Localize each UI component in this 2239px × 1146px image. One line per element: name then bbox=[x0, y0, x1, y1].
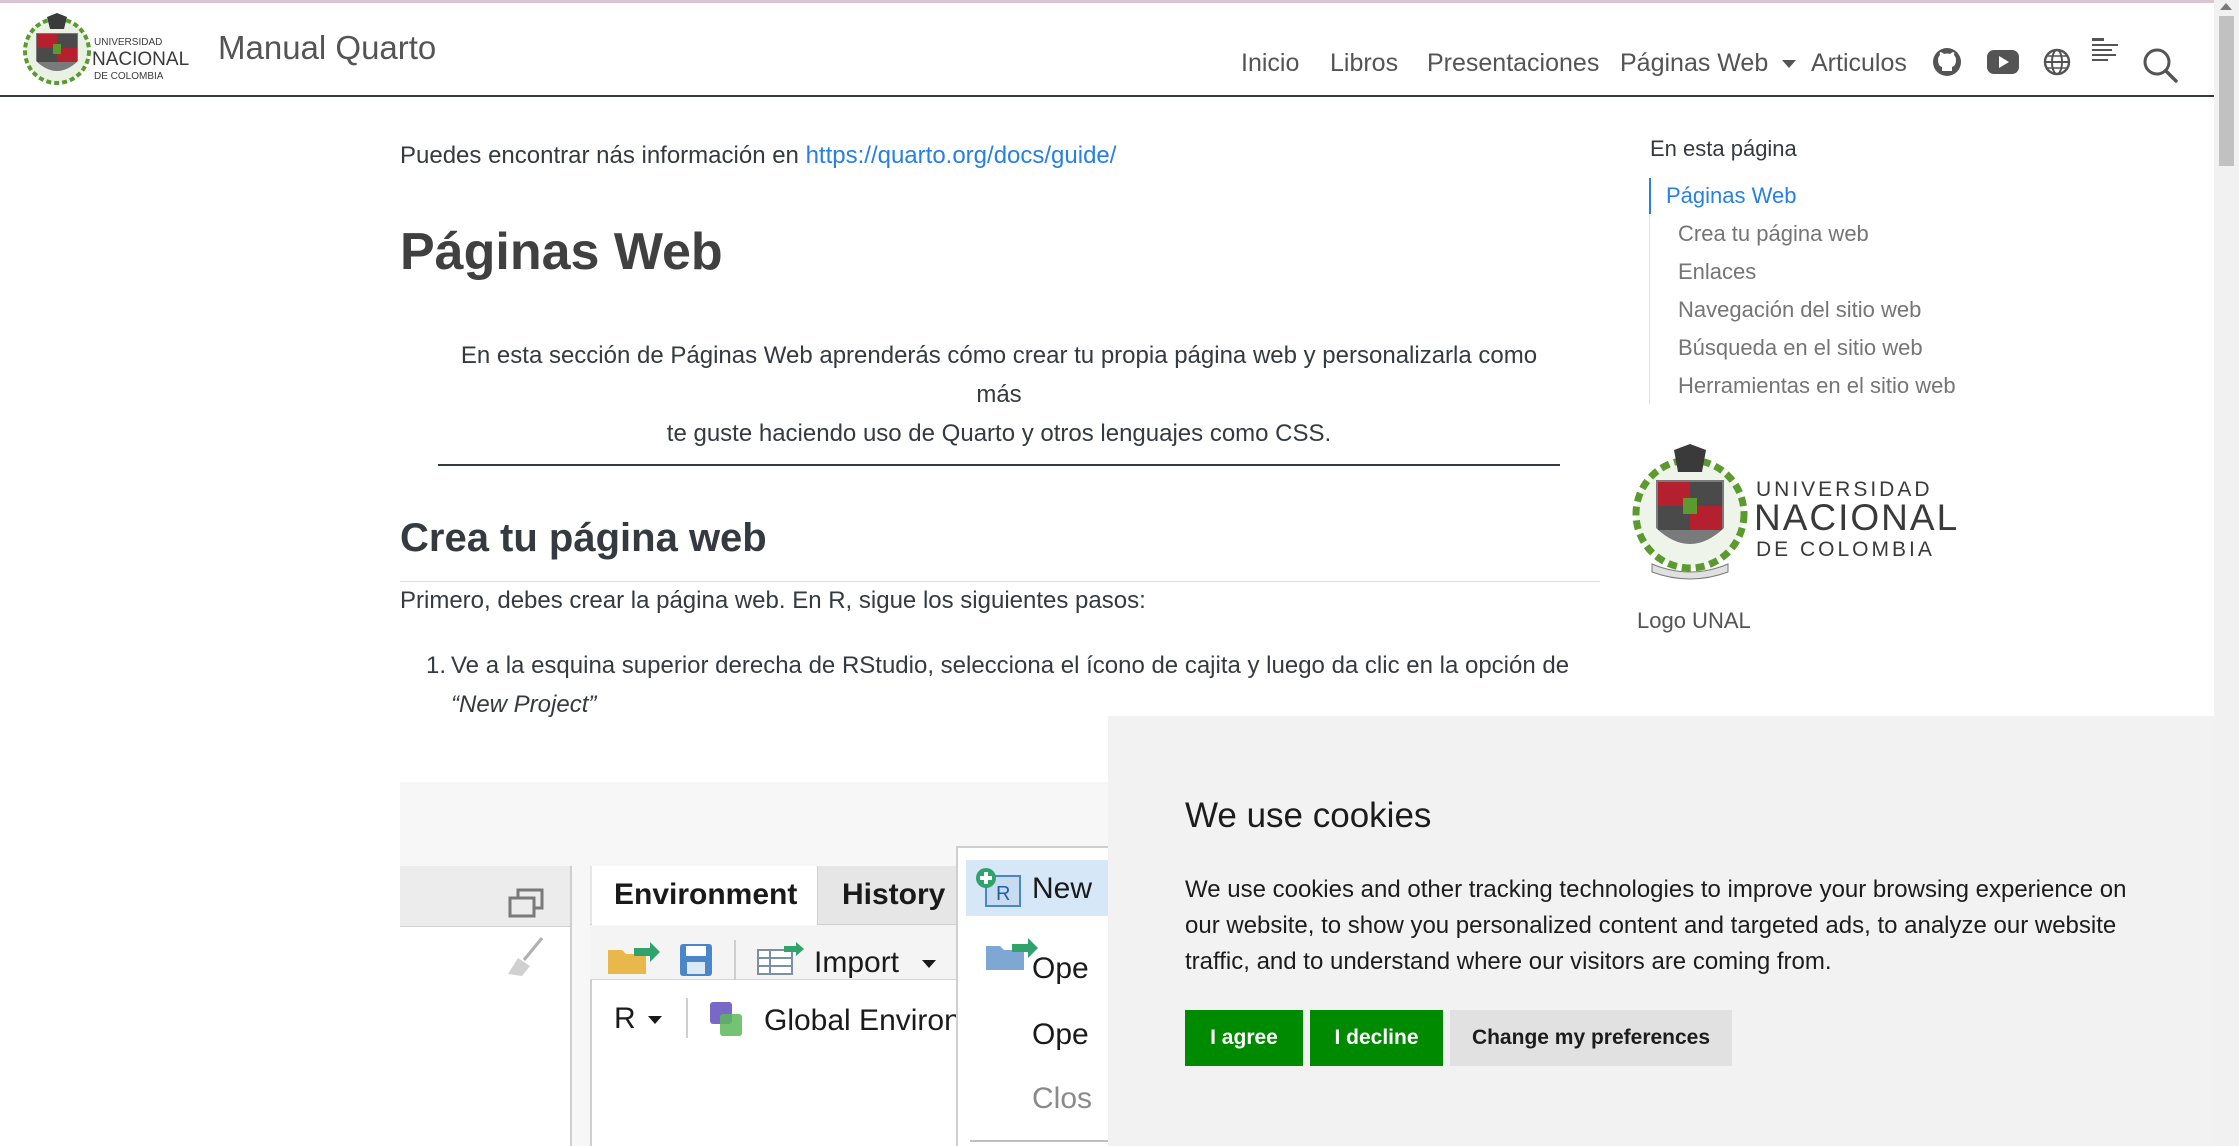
abstract: En esta sección de Páginas Web aprenderá… bbox=[436, 336, 1562, 453]
svg-text:NACIONAL: NACIONAL bbox=[92, 49, 189, 70]
svg-text:R: R bbox=[996, 883, 1010, 905]
tab-environment: Environment bbox=[614, 878, 798, 911]
tab-history: History bbox=[842, 878, 946, 911]
unal-logo[interactable]: UNIVERSIDAD NACIONAL DE COLOMBIA bbox=[22, 11, 212, 91]
open-folder-icon bbox=[608, 942, 660, 974]
toc-rail bbox=[1649, 214, 1650, 404]
r-chevron-down-icon bbox=[648, 1016, 662, 1024]
abstract-line-2: te guste haciendo uso de Quarto y otros … bbox=[666, 420, 1332, 447]
intro-text: Puedes encontrar nás información en bbox=[400, 142, 806, 169]
new-project-icon: R bbox=[976, 868, 1021, 907]
nav-inicio[interactable]: Inicio bbox=[1241, 49, 1299, 78]
cookie-description: We use cookies and other tracking techno… bbox=[1185, 876, 2127, 975]
nav-articulos[interactable]: Articulos bbox=[1811, 49, 1907, 78]
scroll-up-arrow-icon[interactable] bbox=[2220, 3, 2232, 10]
toc-item-herramientas[interactable]: Herramientas en el sitio web bbox=[1678, 373, 1956, 399]
search-icon[interactable] bbox=[2142, 47, 2178, 83]
rstudio-screenshot: Environment History Import R Global Envi… bbox=[400, 782, 1108, 1146]
page-title: Páginas Web bbox=[400, 223, 723, 281]
top-navbar: UNIVERSIDAD NACIONAL DE COLOMBIA Manual … bbox=[0, 3, 2214, 97]
r-language-selector: R bbox=[614, 1002, 636, 1035]
section-heading-crea: Crea tu página web bbox=[400, 516, 767, 560]
toolbar-separator-2 bbox=[686, 998, 688, 1038]
toc-item-busqueda[interactable]: Búsqueda en el sitio web bbox=[1678, 335, 1923, 361]
menu-new-project: New bbox=[1032, 872, 1093, 905]
toc-active-indicator bbox=[1649, 178, 1651, 214]
github-icon[interactable] bbox=[1932, 47, 1962, 77]
section-intro: Primero, debes crear la página web. En R… bbox=[400, 587, 1146, 614]
scrollbar-thumb[interactable] bbox=[2219, 16, 2234, 166]
logo-caption: Logo UNAL bbox=[1637, 608, 1751, 633]
cookie-consent-banner: We use cookies We use cookies and other … bbox=[1108, 716, 2214, 1146]
list-item-line-1: Ve a la esquina superior derecha de RStu… bbox=[451, 652, 1570, 679]
site-title[interactable]: Manual Quarto bbox=[218, 29, 436, 67]
nav-libros[interactable]: Libros bbox=[1330, 49, 1398, 78]
toolbar-separator bbox=[734, 940, 736, 980]
scrollbar-track[interactable] bbox=[2214, 0, 2239, 1146]
svg-text:DE COLOMBIA: DE COLOMBIA bbox=[1756, 538, 1935, 561]
toc-item-navegacion[interactable]: Navegación del sitio web bbox=[1678, 297, 1921, 323]
toc-item-crea[interactable]: Crea tu página web bbox=[1678, 221, 1869, 247]
decline-button[interactable]: I decline bbox=[1310, 1010, 1443, 1066]
toc-item-enlaces[interactable]: Enlaces bbox=[1678, 259, 1756, 285]
menu-separator bbox=[970, 1140, 1108, 1142]
abstract-line-1: En esta sección de Páginas Web aprenderá… bbox=[460, 342, 1538, 408]
import-label: Import bbox=[814, 946, 900, 979]
svg-text:NACIONAL: NACIONAL bbox=[1754, 497, 1959, 538]
menu-open-project-new-session: Ope bbox=[1032, 1018, 1089, 1051]
chevron-down-icon bbox=[1782, 60, 1797, 69]
nav-paginas-web-label: Páginas Web bbox=[1620, 49, 1769, 77]
svg-text:UNIVERSIDAD: UNIVERSIDAD bbox=[94, 37, 162, 48]
broom-icon bbox=[508, 937, 544, 976]
import-dataset-icon bbox=[757, 942, 804, 975]
divider bbox=[438, 464, 1560, 466]
global-environment-icon bbox=[710, 1002, 742, 1036]
agree-button[interactable]: I agree bbox=[1185, 1010, 1303, 1066]
nav-paginas-web-dropdown[interactable]: Páginas Web bbox=[1620, 49, 1797, 78]
svg-text:DE COLOMBIA: DE COLOMBIA bbox=[94, 71, 164, 82]
quarto-guide-link[interactable]: https://quarto.org/docs/guide/ bbox=[806, 142, 1117, 169]
menu-close-project: Clos bbox=[1032, 1082, 1093, 1115]
global-environment-label: Global Environ bbox=[764, 1004, 961, 1037]
intro-paragraph: Puedes encontrar nás información en http… bbox=[400, 137, 1116, 175]
menu-open-project: Ope bbox=[1032, 952, 1089, 985]
youtube-icon[interactable] bbox=[1987, 50, 2019, 74]
change-preferences-button[interactable]: Change my preferences bbox=[1450, 1010, 1732, 1066]
paper-icon[interactable] bbox=[2091, 37, 2119, 63]
unal-logo-large: UNIVERSIDAD NACIONAL DE COLOMBIA bbox=[1632, 444, 1959, 580]
list-number: 1. bbox=[426, 652, 447, 679]
list-item-text: Ve a la esquina superior derecha de RStu… bbox=[451, 646, 1591, 724]
nav-presentaciones[interactable]: Presentaciones bbox=[1427, 49, 1599, 78]
toc-item-paginas-web[interactable]: Páginas Web bbox=[1666, 183, 1796, 209]
save-icon bbox=[680, 944, 712, 976]
globe-icon[interactable] bbox=[2042, 47, 2072, 77]
import-chevron-down-icon bbox=[922, 960, 936, 968]
toc-title: En esta página bbox=[1650, 136, 1797, 161]
maximize-pane-icon bbox=[508, 888, 544, 918]
cookie-title: We use cookies bbox=[1185, 796, 1432, 835]
